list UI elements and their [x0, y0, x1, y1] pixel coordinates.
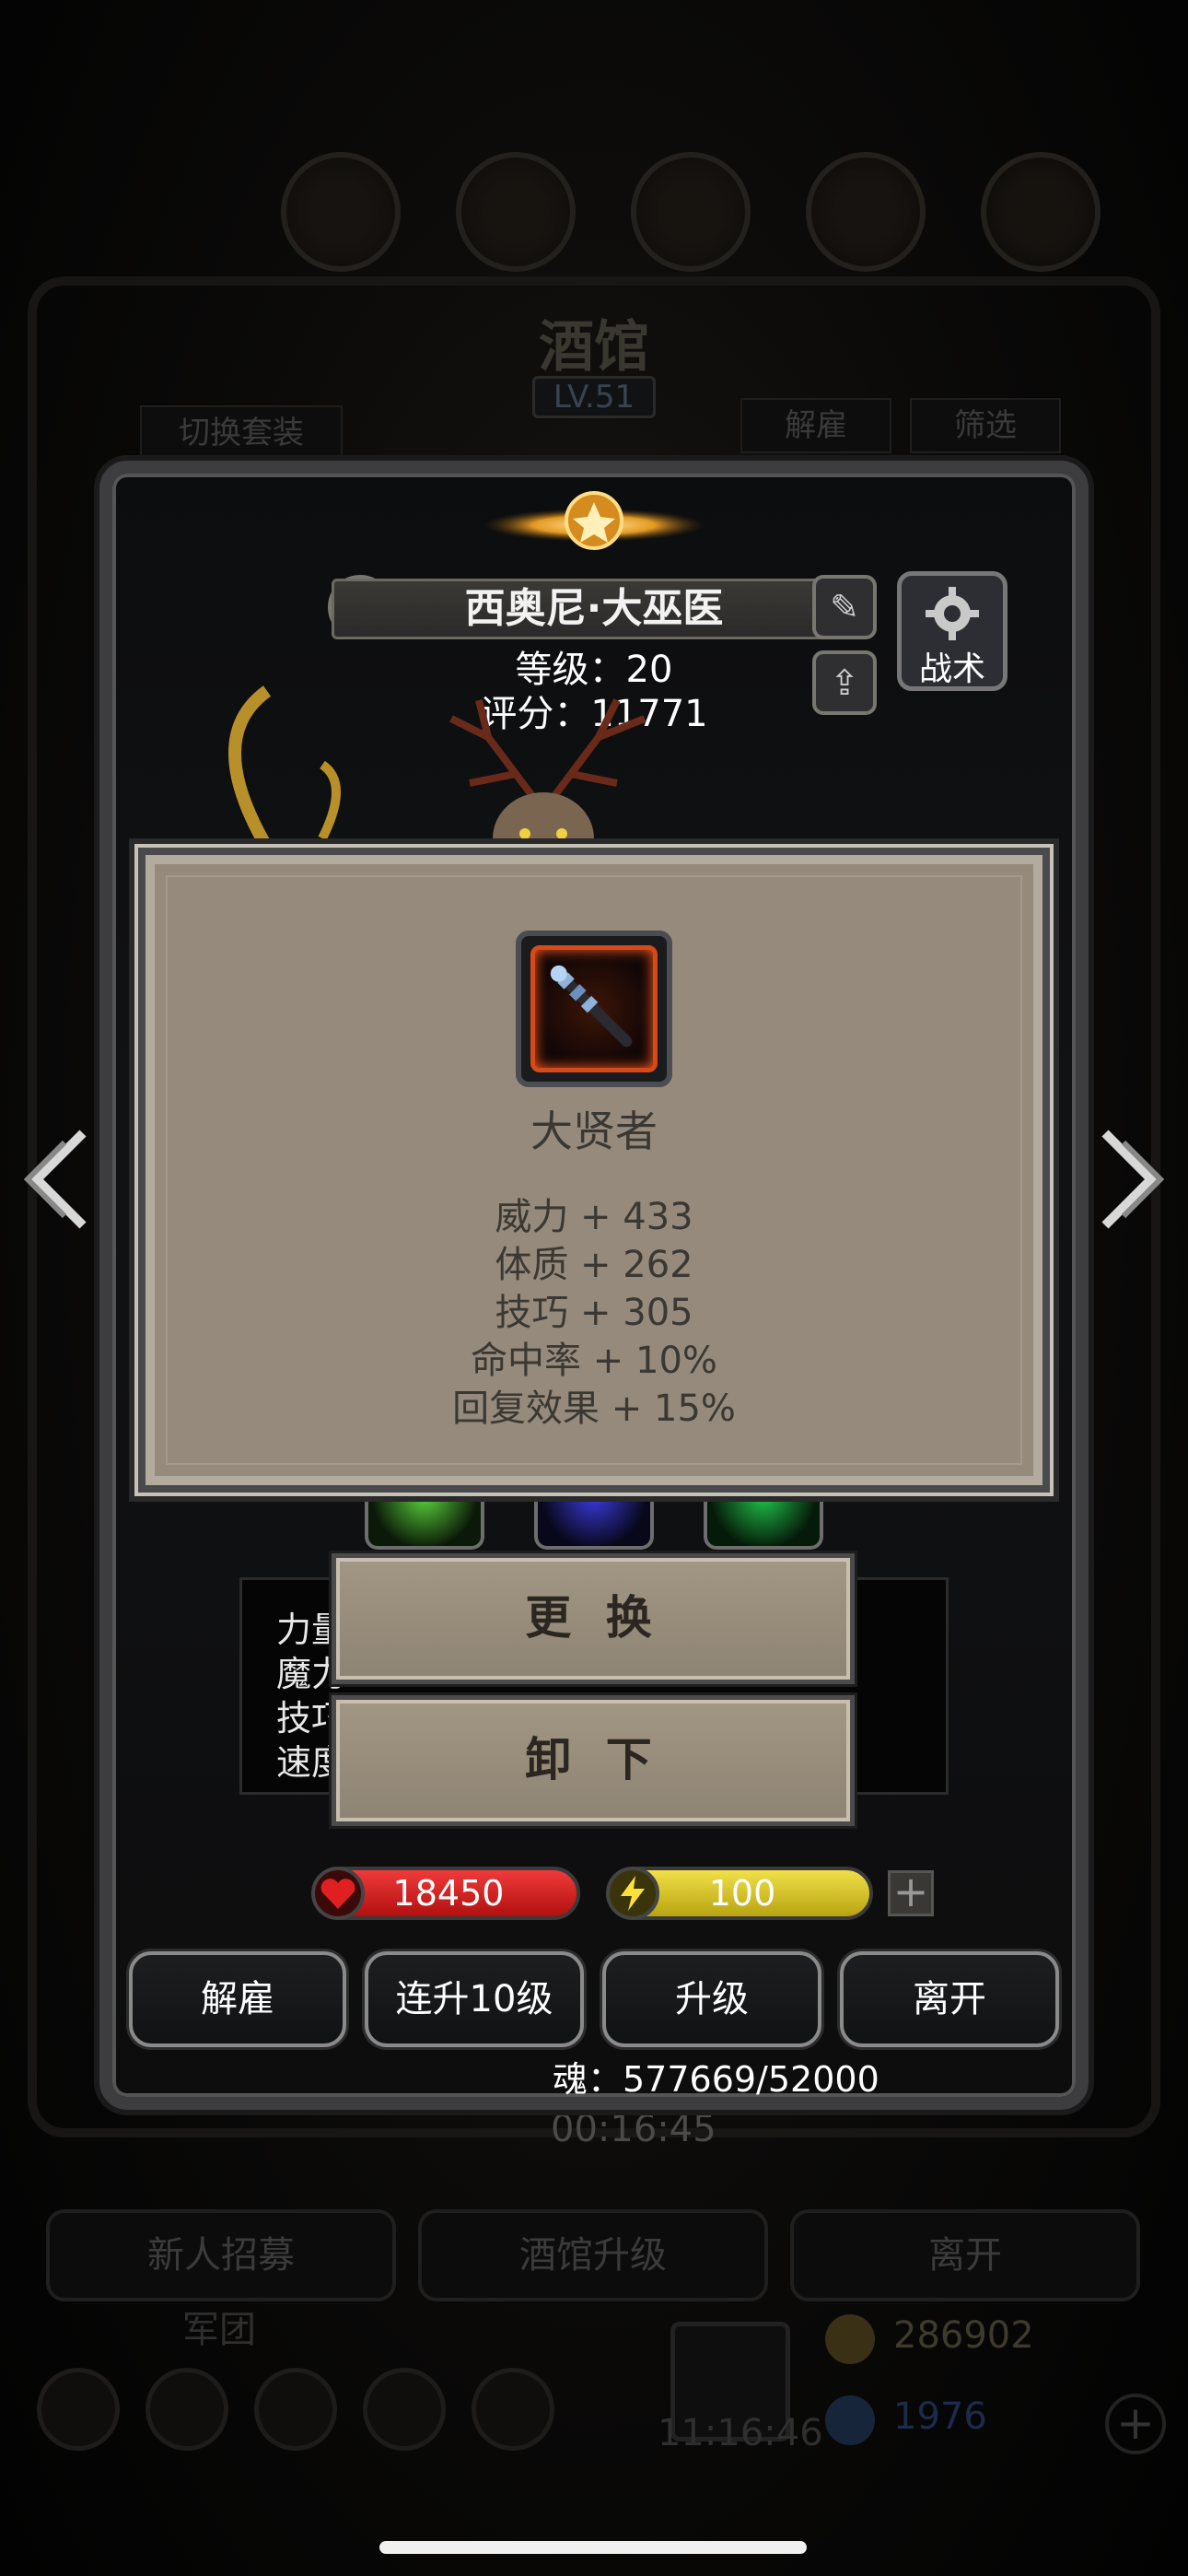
bg-filter-button[interactable]: 筛选 — [910, 398, 1061, 453]
gear-icon — [926, 587, 979, 640]
hero-portrait — [228, 685, 646, 857]
leave-button[interactable]: 离开 — [840, 1951, 1059, 2047]
clock-time: 11:16:46 — [658, 2412, 823, 2454]
bottom-nav-icon — [472, 2368, 554, 2451]
hero-name: 西奥尼·大巫医 — [332, 579, 856, 639]
top-nav-icon — [631, 152, 751, 272]
item-attribute: 技巧 + 305 — [495, 1292, 693, 1334]
switch-set-button[interactable]: 切换套装 — [140, 405, 343, 461]
tavern-timer: 00:16:45 — [551, 2108, 716, 2150]
top-nav-icon — [281, 152, 401, 272]
upgrade-button[interactable]: 升级 — [602, 1951, 821, 2047]
edit-icon[interactable]: ✎ — [812, 575, 877, 639]
emerald-gem-slot[interactable] — [704, 1483, 823, 1550]
green-gem-slot[interactable] — [365, 1483, 484, 1550]
item-name: 大贤者 — [530, 1107, 658, 1156]
upgrade-10-button[interactable]: 连升10级 — [365, 1951, 584, 2047]
dismiss-button[interactable]: 解雇 — [129, 1951, 346, 2047]
gem-amount: 1976 — [893, 2395, 987, 2438]
add-icon[interactable]: + — [1105, 2394, 1166, 2454]
bg-dismiss-button[interactable]: 解雇 — [740, 398, 891, 453]
bg-leave-button[interactable]: 离开 — [790, 2209, 1140, 2301]
bottom-nav-icon — [254, 2368, 337, 2451]
bottom-nav-icon — [146, 2368, 228, 2451]
bottom-nav-icon — [363, 2368, 446, 2451]
unequip-button[interactable]: 卸 下 — [332, 1695, 855, 1826]
lightning-icon — [606, 1867, 659, 1920]
heart-icon — [311, 1867, 365, 1920]
home-indicator[interactable] — [379, 2541, 807, 2554]
top-nav-icon — [806, 152, 926, 272]
tavern-level: LV.51 — [532, 376, 656, 418]
item-attribute: 威力 + 433 — [495, 1196, 693, 1238]
hero-emblem-icon — [483, 491, 705, 550]
tavern-title: 酒馆 — [539, 315, 649, 380]
item-icon-frame — [516, 931, 672, 1087]
tavern-upgrade-button[interactable]: 酒馆升级 — [418, 2209, 768, 2301]
gem-icon — [825, 2395, 875, 2445]
item-icon-background — [530, 945, 658, 1072]
top-nav-icon — [981, 152, 1101, 272]
add-energy-button[interactable]: + — [888, 1870, 934, 1916]
staff-icon — [550, 965, 633, 1048]
gold-amount: 286902 — [893, 2314, 1034, 2357]
blue-gem-slot[interactable] — [534, 1483, 654, 1550]
top-nav-icon — [456, 152, 576, 272]
bottom-nav-icon — [37, 2368, 120, 2451]
item-attribute: 体质 + 262 — [495, 1244, 693, 1286]
recruit-button[interactable]: 新人招募 — [46, 2209, 396, 2301]
item-attribute: 回复效果 + 15% — [452, 1388, 736, 1430]
replace-button[interactable]: 更 换 — [332, 1553, 855, 1684]
soul-counter: 魂：577669/52000 — [553, 2059, 879, 2100]
item-attribute: 命中率 + 10% — [471, 1340, 717, 1382]
gold-icon — [825, 2314, 875, 2364]
guild-label: 军团 — [182, 2309, 256, 2351]
